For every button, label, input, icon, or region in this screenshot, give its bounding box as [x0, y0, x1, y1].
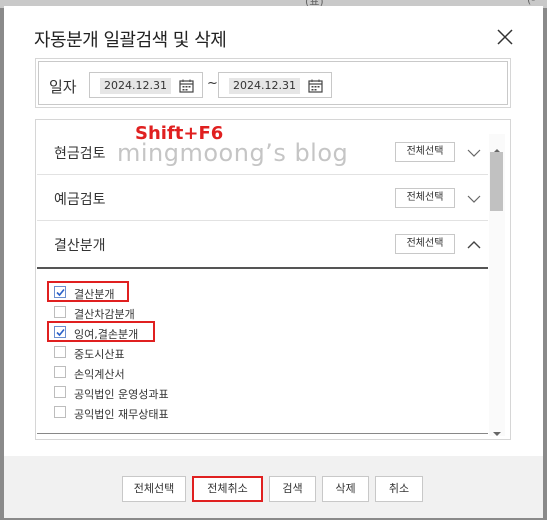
scrollbar-thumb[interactable] [490, 152, 503, 211]
section-divider [37, 267, 488, 269]
journal-type-list: 현금검토 전체선택 예금검토 전체선택 결산분개 전체선택 결산분개 결산차감분… [35, 119, 511, 440]
date-separator: ~ [207, 76, 218, 91]
date-from-field[interactable]: 2024.12.31 [89, 72, 203, 98]
section-title: 예금검토 [54, 192, 106, 208]
section-title: 현금검토 [54, 146, 106, 162]
list-item-label: 결산차감분개 [74, 308, 135, 321]
calendar-icon[interactable] [308, 78, 323, 93]
section-title: 결산분개 [54, 238, 106, 254]
close-icon[interactable] [496, 28, 514, 46]
date-label: 일자 [49, 78, 77, 96]
checkbox[interactable] [54, 406, 66, 418]
dialog-footer: 전체선택 전체취소 검색 삭제 취소 [4, 456, 543, 518]
chevron-down-icon[interactable] [467, 145, 481, 159]
scroll-down-icon[interactable] [492, 423, 502, 436]
list-item-label: 공익법인 운영성과표 [74, 388, 169, 401]
cancel-button[interactable]: 취소 [375, 476, 423, 502]
list-item-label: 중도시산표 [74, 348, 125, 361]
date-range-panel: 일자 2024.12.31 ~ 2024.12.31 [35, 58, 511, 108]
scroll-up-icon[interactable] [492, 140, 502, 153]
highlight-box [47, 321, 155, 342]
chevron-down-icon[interactable] [467, 191, 481, 205]
date-to-field[interactable]: 2024.12.31 [218, 72, 332, 98]
select-all-button[interactable]: 전체선택 [395, 234, 455, 254]
delete-button[interactable]: 삭제 [322, 476, 369, 502]
highlight-box [47, 281, 129, 302]
date-from-value: 2024.12.31 [100, 78, 171, 94]
calendar-icon[interactable] [179, 78, 194, 93]
select-all-button[interactable]: 전체선택 [395, 188, 455, 208]
batch-journal-dialog: 자동분개 일괄검색 및 삭제 일자 2024.12.31 ~ 2024.12.3… [4, 6, 543, 518]
checkbox[interactable] [54, 366, 66, 378]
select-all-button[interactable]: 전체선택 [395, 142, 455, 162]
checkbox[interactable] [54, 306, 66, 318]
chevron-up-icon[interactable] [467, 237, 481, 251]
dialog-title: 자동분개 일괄검색 및 삭제 [34, 30, 227, 51]
date-to-value: 2024.12.31 [229, 78, 300, 94]
list-item-label: 공익법인 재무상태표 [74, 408, 169, 421]
checkbox[interactable] [54, 386, 66, 398]
section-deposit-review[interactable]: 예금검토 전체선택 [37, 175, 488, 221]
search-button[interactable]: 검색 [269, 476, 316, 502]
section-closing-entries[interactable]: 결산분개 전체선택 [37, 221, 488, 267]
select-all-button[interactable]: 전체선택 [122, 476, 186, 502]
list-divider [37, 433, 488, 434]
list-item-label: 손익계산서 [74, 368, 125, 381]
watermark: mingmoong’s blog [117, 139, 349, 167]
deselect-all-button[interactable]: 전체취소 [192, 476, 263, 502]
checkbox[interactable] [54, 346, 66, 358]
